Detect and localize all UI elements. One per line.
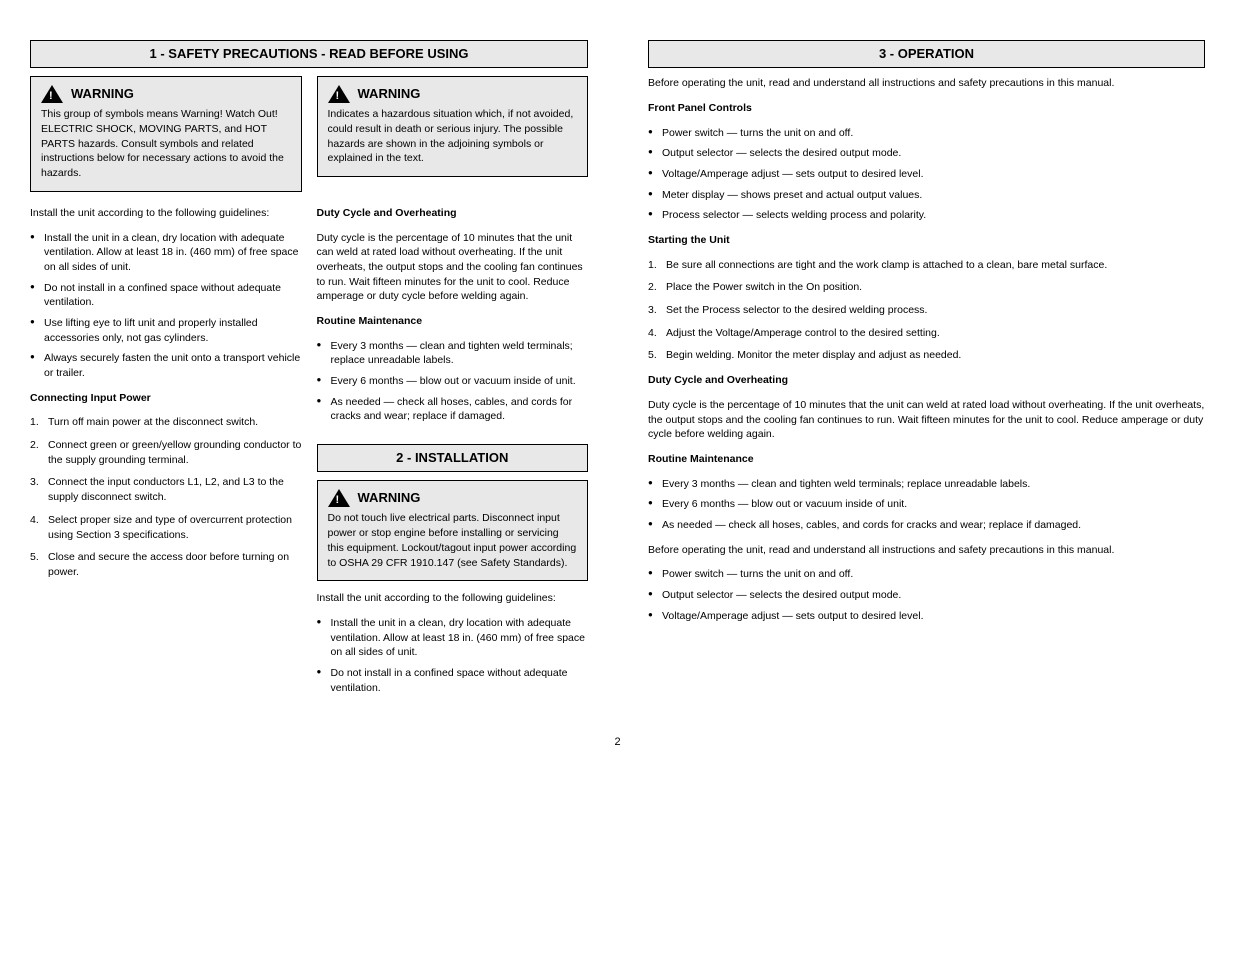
controls-list: Power switch — turns the unit on and off… [648, 126, 1205, 223]
controls-item: Voltage/Amperage adjust — sets output to… [648, 609, 1205, 624]
install-item: Do not install in a confined space witho… [317, 666, 589, 695]
left-column: 1 - SAFETY PRECAUTIONS - READ BEFORE USI… [30, 40, 588, 705]
warning-box-2: WARNING Indicates a hazardous situation … [317, 76, 589, 177]
install-intro: Install the unit according to the follow… [30, 206, 302, 221]
maint-item: Every 3 months — clean and tighten weld … [648, 477, 1205, 492]
maint-list: Every 3 months — clean and tighten weld … [648, 477, 1205, 533]
controls-item: Output selector — selects the desired ou… [648, 146, 1205, 161]
duty-body: Duty cycle is the percentage of 10 minut… [648, 398, 1205, 442]
warning-triangle-icon [328, 489, 350, 507]
section-3-header: 3 - OPERATION [648, 40, 1205, 68]
controls-item: Meter display — shows preset and actual … [648, 188, 1205, 203]
install-intro-2: Install the unit according to the follow… [317, 591, 589, 606]
controls-item: Output selector — selects the desired ou… [648, 588, 1205, 603]
maint-heading-left: Routine Maintenance [317, 314, 589, 329]
warning-2-body: Indicates a hazardous situation which, i… [328, 107, 578, 166]
duty-heading-left: Duty Cycle and Overheating [317, 206, 589, 221]
controls-item: Process selector — selects welding proce… [648, 208, 1205, 223]
conn-step: 4.Select proper size and type of overcur… [30, 513, 302, 542]
maint-item: As needed — check all hoses, cables, and… [648, 518, 1205, 533]
start-heading: Starting the Unit [648, 233, 1205, 248]
page-columns: 1 - SAFETY PRECAUTIONS - READ BEFORE USI… [30, 40, 1205, 705]
warning-2-header: WARNING [328, 85, 578, 103]
conn-step: 5.Close and secure the access door befor… [30, 550, 302, 579]
install-list: Install the unit in a clean, dry locatio… [30, 231, 302, 381]
install-item: Install the unit in a clean, dry locatio… [30, 231, 302, 275]
install-list-2: Install the unit in a clean, dry locatio… [317, 616, 589, 695]
warning-1-title: WARNING [71, 85, 134, 103]
install-item: Do not install in a confined space witho… [30, 281, 302, 310]
section-2-header: 2 - INSTALLATION [317, 444, 589, 472]
connecting-heading: Connecting Input Power [30, 391, 302, 406]
op-intro-2: Before operating the unit, read and unde… [648, 543, 1205, 558]
op-intro: Before operating the unit, read and unde… [648, 76, 1205, 91]
controls-item: Power switch — turns the unit on and off… [648, 567, 1205, 582]
controls-heading: Front Panel Controls [648, 101, 1205, 116]
page-number: 2 [30, 735, 1205, 750]
maint-heading: Routine Maintenance [648, 452, 1205, 467]
start-step: 3.Set the Process selector to the desire… [648, 303, 1205, 318]
install-item: Always securely fasten the unit onto a t… [30, 351, 302, 380]
warning-2-title: WARNING [358, 85, 421, 103]
controls-list-2: Power switch — turns the unit on and off… [648, 567, 1205, 623]
warning-box-3: WARNING Do not touch live electrical par… [317, 480, 589, 581]
warning-box-1: WARNING This group of symbols means Warn… [30, 76, 302, 192]
maint-item: Every 6 months — blow out or vacuum insi… [648, 497, 1205, 512]
warning-row: WARNING This group of symbols means Warn… [30, 76, 588, 192]
maint-item: Every 3 months — clean and tighten weld … [317, 339, 589, 368]
left-sub-col-1: Install the unit according to the follow… [30, 206, 302, 706]
right-column: 3 - OPERATION Before operating the unit,… [648, 40, 1205, 705]
warning-triangle-icon [328, 85, 350, 103]
conn-step: 1.Turn off main power at the disconnect … [30, 415, 302, 430]
warning-3-title: WARNING [358, 489, 421, 507]
maint-item: As needed — check all hoses, cables, and… [317, 395, 589, 424]
install-item: Install the unit in a clean, dry locatio… [317, 616, 589, 660]
duty-heading: Duty Cycle and Overheating [648, 373, 1205, 388]
warning-3-body: Do not touch live electrical parts. Disc… [328, 511, 578, 570]
start-step: 1.Be sure all connections are tight and … [648, 258, 1205, 273]
warning-triangle-icon [41, 85, 63, 103]
duty-body-left: Duty cycle is the percentage of 10 minut… [317, 231, 589, 304]
controls-item: Power switch — turns the unit on and off… [648, 126, 1205, 141]
left-body-columns: Install the unit according to the follow… [30, 206, 588, 706]
start-step: 2.Place the Power switch in the On posit… [648, 280, 1205, 295]
conn-step: 2.Connect green or green/yellow groundin… [30, 438, 302, 467]
warning-1-body: This group of symbols means Warning! Wat… [41, 107, 291, 180]
install-item: Use lifting eye to lift unit and properl… [30, 316, 302, 345]
maint-item: Every 6 months — blow out or vacuum insi… [317, 374, 589, 389]
maint-list-left: Every 3 months — clean and tighten weld … [317, 339, 589, 424]
warning-3-header: WARNING [328, 489, 578, 507]
controls-item: Voltage/Amperage adjust — sets output to… [648, 167, 1205, 182]
warning-1-header: WARNING [41, 85, 291, 103]
conn-step: 3.Connect the input conductors L1, L2, a… [30, 475, 302, 504]
start-step: 5.Begin welding. Monitor the meter displ… [648, 348, 1205, 363]
section-1-header: 1 - SAFETY PRECAUTIONS - READ BEFORE USI… [30, 40, 588, 68]
left-sub-col-2: Duty Cycle and Overheating Duty cycle is… [317, 206, 589, 706]
start-step: 4.Adjust the Voltage/Amperage control to… [648, 326, 1205, 341]
